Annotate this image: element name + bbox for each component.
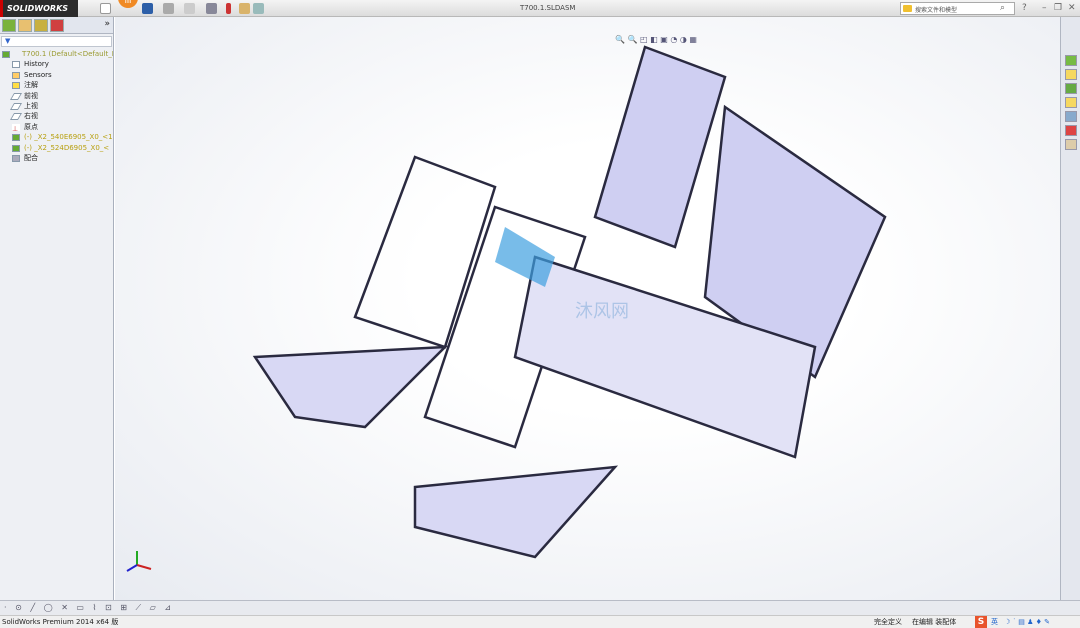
tree-item-label: 前视 [24, 91, 38, 100]
left-seat-back-frame [353, 155, 497, 349]
ime-logo-icon[interactable]: S [975, 616, 987, 628]
panel-tabs: » [0, 17, 113, 34]
mates-icon [12, 154, 20, 162]
minimize-icon[interactable]: – [1042, 3, 1047, 13]
solidworks-logo[interactable]: SOLIDWORKS [0, 0, 78, 17]
plane-icon [9, 92, 23, 100]
select-icon[interactable] [206, 3, 217, 14]
view-palette-icon[interactable] [1065, 97, 1077, 108]
part-icon [12, 134, 20, 142]
search-input[interactable]: 搜索文件和模型 [900, 2, 1015, 15]
tree-item-part-1[interactable]: (-) _X2_540E6905_X0_<1 [0, 132, 113, 142]
help-icon[interactable]: ? [1022, 3, 1027, 13]
history-icon [12, 61, 20, 69]
notification-badge: IIII [118, 0, 138, 8]
tree-item-part-2[interactable]: (-) _X2_524D6905_X0_< [0, 143, 113, 153]
tree-item-annotations[interactable]: 注解 [0, 80, 113, 90]
design-library-icon[interactable] [1065, 69, 1077, 80]
part-icon [12, 144, 20, 152]
tab-configuration-manager[interactable] [34, 19, 48, 32]
search-icon[interactable]: ⌕ [1000, 3, 1005, 13]
tab-feature-manager[interactable] [2, 19, 16, 32]
rebuild-icon[interactable] [226, 3, 231, 14]
tree-item-label: 上视 [24, 101, 38, 110]
highlighted-bracket [495, 227, 555, 287]
tree-root-label: T700.1 (Default<Default_D [22, 50, 113, 58]
tree-item-right-plane[interactable]: 右视 [0, 111, 113, 121]
new-file-icon[interactable] [100, 3, 111, 14]
tree-root[interactable]: T700.1 (Default<Default_D [0, 49, 113, 59]
watermark: 沐风网 [575, 301, 629, 322]
editing-state: 在编辑 装配体 [912, 618, 957, 626]
feature-tree: T700.1 (Default<Default_D History Sensor… [0, 49, 113, 163]
status-bar: SolidWorks Premium 2014 x64 版 完全定义 在编辑 装… [0, 615, 1080, 628]
expand-panel-icon[interactable]: » [104, 19, 110, 29]
undo-icon[interactable] [184, 3, 195, 14]
tree-item-label: 注解 [24, 81, 38, 90]
product-version: SolidWorks Premium 2014 x64 版 [2, 618, 119, 626]
tree-item-label: (-) _X2_540E6905_X0_<1 [24, 133, 113, 142]
seat-frame-model: 沐风网 [126, 45, 887, 572]
plane-icon [9, 102, 23, 110]
tree-item-origin[interactable]: ⊥ 原点 [0, 122, 113, 132]
rear-seat-back-left [593, 45, 727, 249]
sketch-toolbar[interactable]: · ⊙ ╱ ◯ ✕ ▭ ⌇ ⊡ ⊞ ⟋ ▱ ⊿ [0, 600, 1080, 615]
feature-manager-panel: » ▼ T700.1 (Default<Default_D History Se… [0, 17, 114, 600]
tree-item-mates[interactable]: 配合 [0, 153, 113, 163]
title-bar: SOLIDWORKS IIII T700.1.SLDASM 搜索文件和模型 ⌕ … [0, 0, 1080, 17]
ime-tools-icons[interactable]: ☽ ˙ ▤ ♟ ♦ ✎ [1004, 616, 1050, 628]
tree-item-top-plane[interactable]: 上视 [0, 101, 113, 111]
tab-property-manager[interactable] [18, 19, 32, 32]
assembly-icon [2, 51, 10, 58]
plane-icon [9, 113, 23, 121]
document-title: T700.1.SLDASM [520, 4, 576, 12]
tree-item-front-plane[interactable]: 前视 [0, 91, 113, 101]
tree-item-label: (-) _X2_524D6905_X0_< [24, 143, 110, 152]
search-placeholder: 搜索文件和模型 [915, 7, 958, 14]
options-icon[interactable] [253, 3, 264, 14]
close-icon[interactable]: ✕ [1068, 3, 1076, 13]
restore-icon[interactable]: ❐ [1054, 3, 1062, 13]
save-icon[interactable] [142, 3, 153, 14]
definition-state: 完全定义 [874, 618, 902, 626]
folder-icon [903, 5, 912, 12]
origin-icon: ⊥ [12, 123, 20, 133]
task-pane [1060, 17, 1080, 600]
appearances-icon[interactable] [1065, 111, 1077, 122]
middle-seat-cushion-frame [413, 465, 619, 559]
tree-item-history[interactable]: History [0, 59, 113, 69]
tree-item-sensors[interactable]: Sensors [0, 70, 113, 80]
solidworks-forum-icon[interactable] [1065, 139, 1077, 150]
triad-axis-icon [126, 551, 152, 572]
sensors-icon [12, 71, 20, 79]
custom-properties-icon[interactable] [1065, 125, 1077, 136]
file-explorer-icon[interactable] [1065, 83, 1077, 94]
graphics-viewport[interactable]: 🔍 🔍 ◰ ◧ ▣ ◔ ◑ ▦ 沐风网 [115, 17, 1060, 600]
left-seat-cushion-frame [252, 345, 449, 429]
filter-icon[interactable]: ▼ [1, 36, 112, 47]
tree-item-label: Sensors [24, 70, 52, 79]
tree-item-label: 右视 [24, 112, 38, 121]
tree-item-label: 原点 [24, 122, 38, 131]
ime-language[interactable]: 英 [991, 616, 998, 628]
tree-item-label: History [24, 60, 49, 69]
tree-item-label: 配合 [24, 153, 38, 162]
tab-display-manager[interactable] [50, 19, 64, 32]
file-properties-icon[interactable] [239, 3, 250, 14]
print-icon[interactable] [163, 3, 174, 14]
annotations-icon [12, 82, 20, 90]
resources-icon[interactable] [1065, 55, 1077, 66]
